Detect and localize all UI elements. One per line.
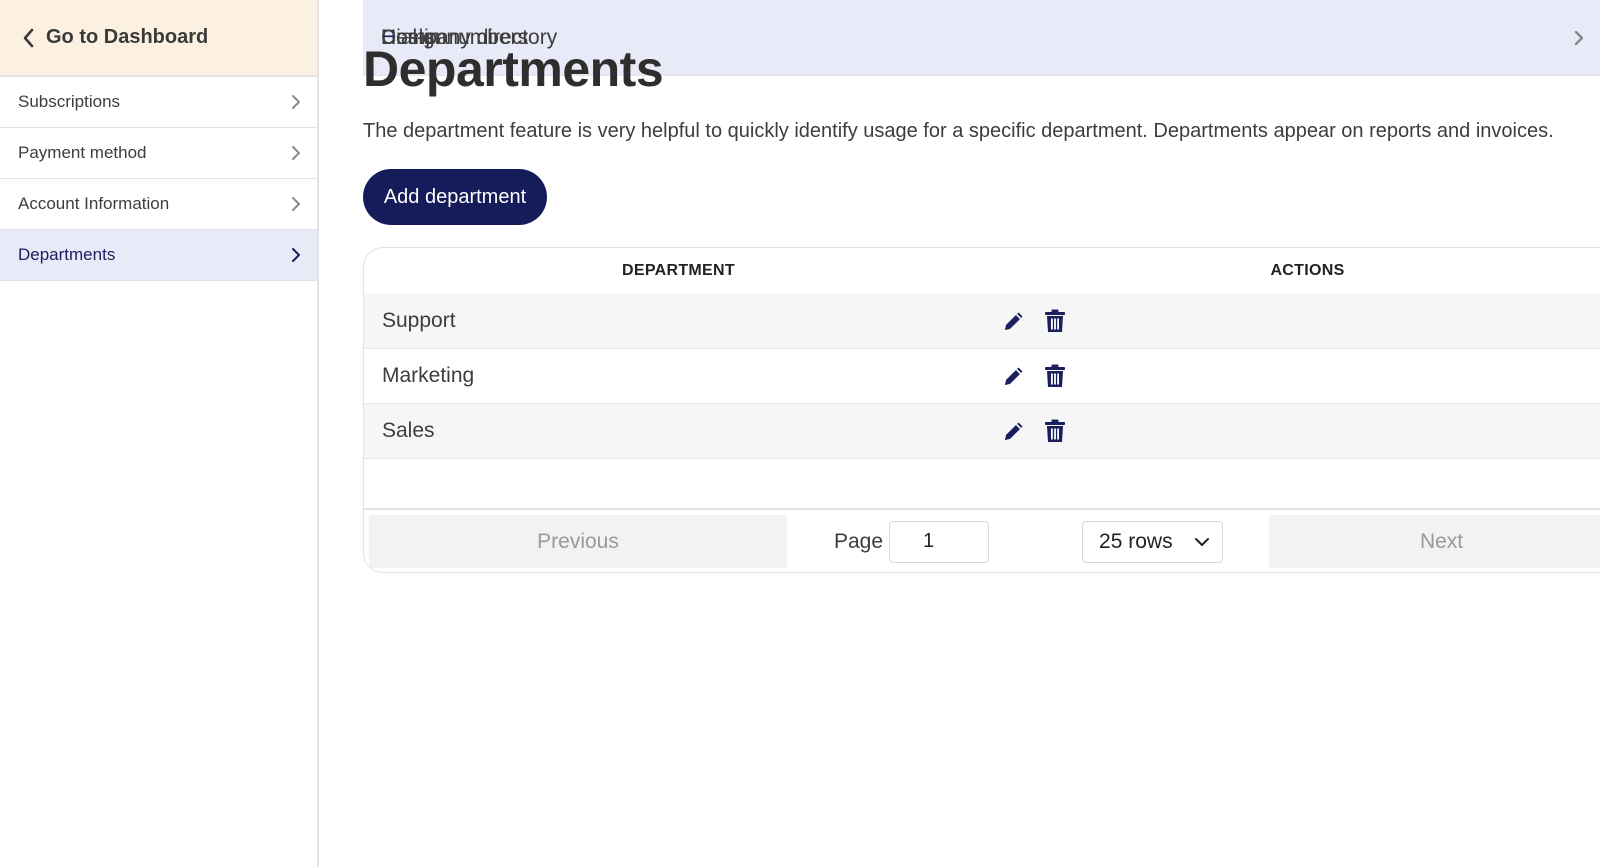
pencil-icon[interactable] [1002, 364, 1026, 388]
chevron-right-icon [291, 94, 301, 110]
table-header: DEPARTMENT ACTIONS [364, 248, 1600, 294]
sidebar-item-label: Payment method [18, 143, 147, 162]
sidebar-nav: GeneralAccount ManagementSubscriptionsPa… [0, 0, 1600, 281]
column-header-department: DEPARTMENT [622, 262, 735, 279]
next-page-button[interactable]: Next [1269, 515, 1600, 568]
row-actions [1002, 419, 1066, 443]
sidebar-item-label: Departments [18, 245, 116, 264]
sidebar: Go to Dashboard GeneralAccount Managemen… [0, 0, 1600, 867]
row-actions [1002, 309, 1066, 333]
pencil-icon[interactable] [1002, 309, 1026, 333]
column-header-actions: ACTIONS [1270, 262, 1345, 279]
table-row: Sales [364, 404, 1600, 459]
rows-per-page-select[interactable]: 25 rows [1082, 520, 1224, 563]
main-content: Departments The department feature is ve… [363, 0, 1600, 867]
add-department-button[interactable]: Add department [363, 169, 547, 225]
table-row: Support [364, 294, 1600, 349]
sidebar-item-account-information[interactable]: Account Information [0, 179, 317, 230]
table-empty-space [364, 459, 1600, 510]
sidebar-item-subscriptions[interactable]: Subscriptions [0, 77, 317, 128]
app-root: Go to Dashboard GeneralAccount Managemen… [0, 0, 1600, 867]
departments-table: DEPARTMENT ACTIONS Support Marketing Sales… [363, 247, 1600, 573]
previous-page-button[interactable]: Previous [369, 515, 787, 568]
page-label: Page [834, 529, 884, 553]
chevron-left-icon [22, 28, 34, 48]
pencil-icon[interactable] [1002, 419, 1026, 443]
chevron-down-icon [1194, 537, 1210, 547]
page-number-input[interactable] [889, 520, 990, 563]
sidebar-item-label: Account Information [18, 194, 170, 213]
table-body: Support Marketing Sales [364, 294, 1600, 459]
department-name: Support [382, 309, 456, 332]
sidebar-item-label: Subscriptions [18, 92, 121, 111]
page-description: The department feature is very helpful t… [363, 120, 1554, 142]
trash-icon[interactable] [1044, 364, 1066, 388]
sidebar-item-payment-method[interactable]: Payment method [0, 128, 317, 179]
chevron-right-icon [291, 196, 301, 212]
go-to-dashboard-link[interactable]: Go to Dashboard [0, 0, 317, 77]
pagination: Previous Page 25 rows Next [364, 510, 1600, 572]
go-to-dashboard-label: Go to Dashboard [46, 26, 209, 48]
department-name: Sales [382, 419, 435, 442]
department-name: Marketing [382, 364, 475, 387]
sidebar-item-departments[interactable]: Departments [0, 230, 317, 281]
table-row: Marketing [364, 349, 1600, 404]
trash-icon[interactable] [1044, 309, 1066, 333]
trash-icon[interactable] [1044, 419, 1066, 443]
page-title: Departments [363, 41, 664, 97]
chevron-right-icon [291, 145, 301, 161]
rows-per-page-value: 25 rows [1099, 529, 1173, 553]
row-actions [1002, 364, 1066, 388]
chevron-right-icon [291, 247, 301, 263]
